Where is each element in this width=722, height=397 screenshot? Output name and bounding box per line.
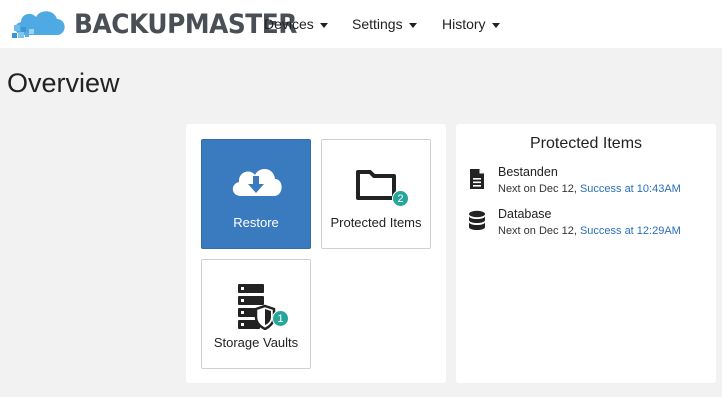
caret-down-icon bbox=[491, 22, 500, 28]
protected-items-panel-title: Protected Items bbox=[529, 135, 643, 152]
nav-settings-label: Settings bbox=[352, 16, 403, 32]
nav-history[interactable]: History bbox=[442, 0, 500, 48]
last-run-status-link[interactable]: Success at 10:43AM bbox=[580, 183, 681, 195]
item-name: Database bbox=[498, 207, 552, 221]
protected-items-tile[interactable]: 2 Protected Items bbox=[321, 139, 431, 249]
caret-down-icon bbox=[408, 22, 417, 28]
server-shield-icon bbox=[202, 282, 310, 330]
next-run-text: Next on Dec 12, bbox=[498, 225, 577, 237]
next-run-text: Next on Dec 12, bbox=[498, 183, 577, 195]
nav-settings[interactable]: Settings bbox=[352, 0, 417, 48]
folder-icon bbox=[322, 162, 430, 210]
nav-history-label: History bbox=[442, 16, 486, 32]
list-item[interactable]: Database Next on Dec 12, Success at 12:2… bbox=[468, 207, 708, 247]
cloud-download-icon bbox=[202, 162, 310, 210]
top-navbar: BACKUPMASTER Devices Settings History bbox=[0, 0, 722, 48]
storage-vaults-tile[interactable]: 1 Storage Vaults bbox=[201, 259, 311, 369]
restore-label: Restore bbox=[233, 215, 279, 230]
nav-devices-label: Devices bbox=[264, 16, 314, 32]
item-schedule: Next on Dec 12, Success at 12:29AM bbox=[498, 225, 681, 237]
protected-items-label: Protected Items bbox=[330, 215, 422, 230]
nav-devices[interactable]: Devices bbox=[264, 0, 328, 48]
cloud-logo-icon bbox=[12, 11, 65, 38]
caret-down-icon bbox=[319, 22, 328, 28]
database-icon bbox=[468, 210, 488, 232]
item-schedule: Next on Dec 12, Success at 10:43AM bbox=[498, 183, 681, 195]
last-run-status-link[interactable]: Success at 12:29AM bbox=[580, 225, 681, 237]
restore-tile[interactable]: Restore bbox=[201, 139, 311, 249]
item-name: Bestanden bbox=[498, 165, 558, 179]
protected-items-count-badge: 2 bbox=[392, 190, 409, 207]
file-icon bbox=[468, 168, 488, 190]
quick-actions-panel: Restore 2 Protected Items 1 Storage Vaul… bbox=[186, 124, 446, 383]
list-item[interactable]: Bestanden Next on Dec 12, Success at 10:… bbox=[468, 165, 708, 205]
storage-vaults-label: Storage Vaults bbox=[213, 335, 299, 350]
protected-items-panel: Protected Items Bestanden Next on Dec 12… bbox=[456, 124, 716, 383]
page-title: Overview bbox=[7, 68, 120, 98]
storage-vaults-count-badge: 1 bbox=[272, 310, 289, 327]
